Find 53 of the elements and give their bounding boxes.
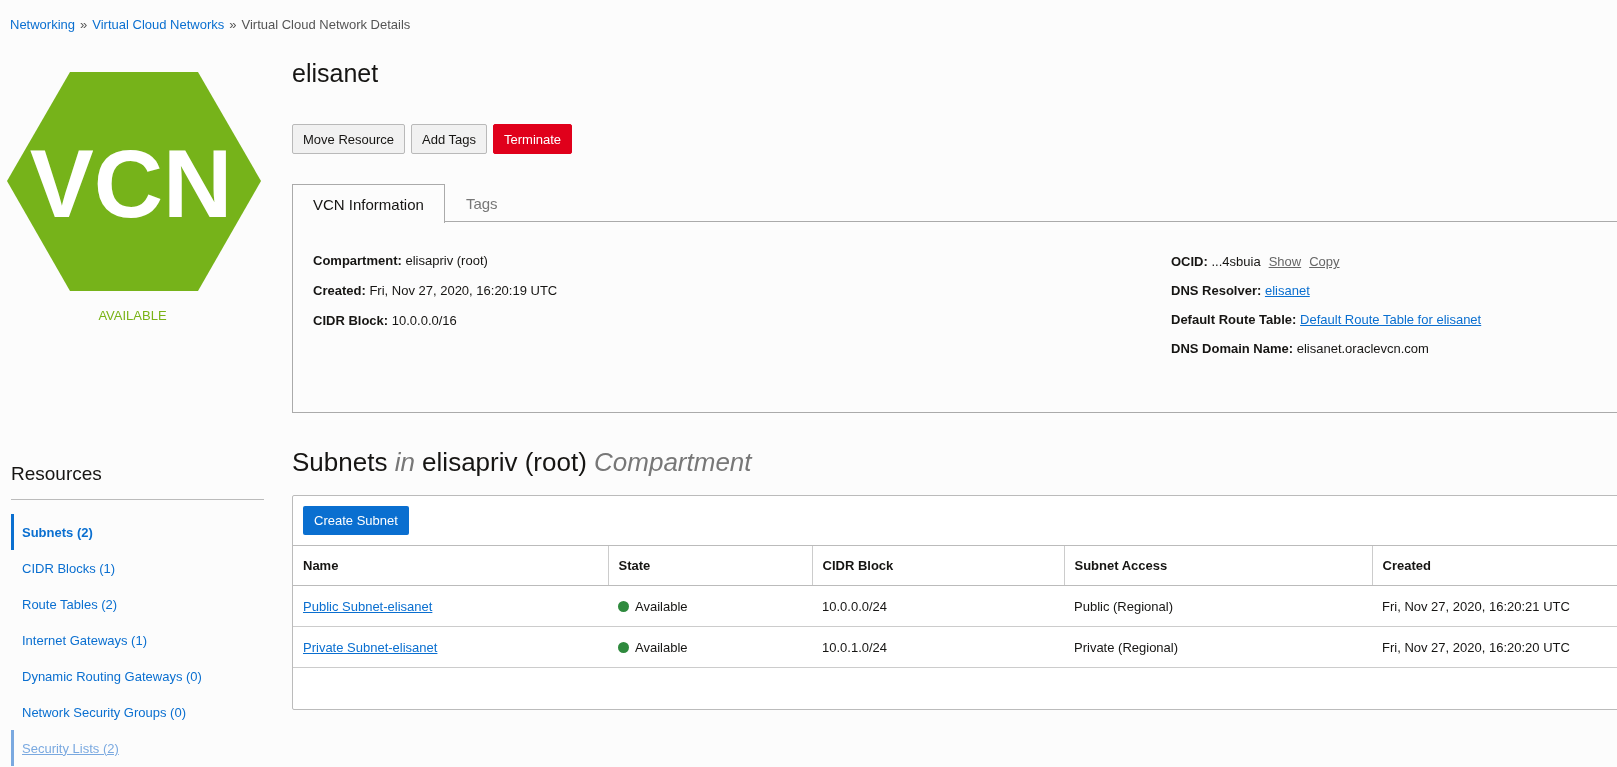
table-cell: Fri, Nov 27, 2020, 16:20:20 UTC <box>1372 626 1617 668</box>
breadcrumb-separator: » <box>229 17 237 34</box>
table-cell: 10.0.1.0/24 <box>812 626 1064 668</box>
tab[interactable]: Tags <box>444 184 519 221</box>
table-cell: Fri, Nov 27, 2020, 16:20:21 UTC <box>1372 585 1617 627</box>
field-value: elisanet.oraclevcn.com <box>1296 341 1429 356</box>
resource-link[interactable]: Network Security Groups (0) <box>22 704 186 720</box>
create-subnet-button[interactable]: Create Subnet <box>303 506 409 535</box>
field-label: Created: <box>313 283 366 298</box>
action-button[interactable]: Add Tags <box>411 124 487 154</box>
action-button[interactable]: Move Resource <box>292 124 406 154</box>
ocid-action-link[interactable]: Show <box>1268 254 1302 269</box>
field-link[interactable]: elisanet <box>1264 283 1310 298</box>
vcn-title: elisanet <box>292 58 380 89</box>
column-header: CIDR Block <box>812 545 1064 586</box>
resource-link[interactable]: CIDR Blocks (1) <box>22 560 116 576</box>
table-cell: Private (Regional) <box>1064 626 1372 668</box>
field-value: elisapriv (root) <box>405 253 488 268</box>
subnet-link[interactable]: Public Subnet-elisanet <box>303 598 433 614</box>
vcn-hexagon-logo: VCN <box>7 72 261 291</box>
field-value: Fri, Nov 27, 2020, 16:20:19 UTC <box>369 283 558 298</box>
terminate-button[interactable]: Terminate <box>493 124 573 154</box>
field-label: CIDR Block: <box>313 313 389 328</box>
resource-link[interactable]: Internet Gateways (1) <box>22 632 147 648</box>
breadcrumb-link[interactable]: Virtual Cloud Networks <box>92 17 225 41</box>
resources-heading: Resources <box>11 463 264 500</box>
column-header: Subnet Access <box>1064 545 1372 586</box>
table-cell: Public (Regional) <box>1064 585 1372 627</box>
resource-link[interactable]: Dynamic Routing Gateways (0) <box>22 668 202 684</box>
field-label: OCID: <box>1171 254 1208 269</box>
tab[interactable]: VCN Information <box>292 184 445 223</box>
state-text: Available <box>635 639 688 655</box>
state-text: Available <box>635 598 688 614</box>
field-label: DNS Domain Name: <box>1171 341 1294 356</box>
column-header: Created <box>1372 545 1617 586</box>
field-label: DNS Resolver: <box>1171 283 1262 298</box>
lifecycle-state: AVAILABLE <box>98 308 167 323</box>
column-header: State <box>608 545 812 586</box>
subnet-link[interactable]: Private Subnet-elisanet <box>303 639 438 655</box>
breadcrumb-separator: » <box>80 17 88 34</box>
field-link[interactable]: Default Route Table for elisanet <box>1300 312 1482 327</box>
ocid-action-link[interactable]: Copy <box>1309 254 1340 269</box>
table-cell: 10.0.0.0/24 <box>812 585 1064 627</box>
resource-link[interactable]: Route Tables (2) <box>22 596 118 612</box>
breadcrumb-current: Virtual Cloud Network Details <box>241 17 411 34</box>
field-value: ...4sbuia <box>1211 254 1261 269</box>
field-label: Default Route Table: <box>1171 312 1297 327</box>
subnets-heading: Subnets in elisapriv (root) Compartment <box>292 447 754 477</box>
column-header: Name <box>293 545 608 586</box>
field-label: Compartment: <box>313 253 402 268</box>
breadcrumb-link[interactable]: Networking <box>10 17 76 41</box>
field-value: 10.0.0.0/16 <box>391 313 457 328</box>
resource-link[interactable]: Subnets (2) <box>22 524 93 540</box>
